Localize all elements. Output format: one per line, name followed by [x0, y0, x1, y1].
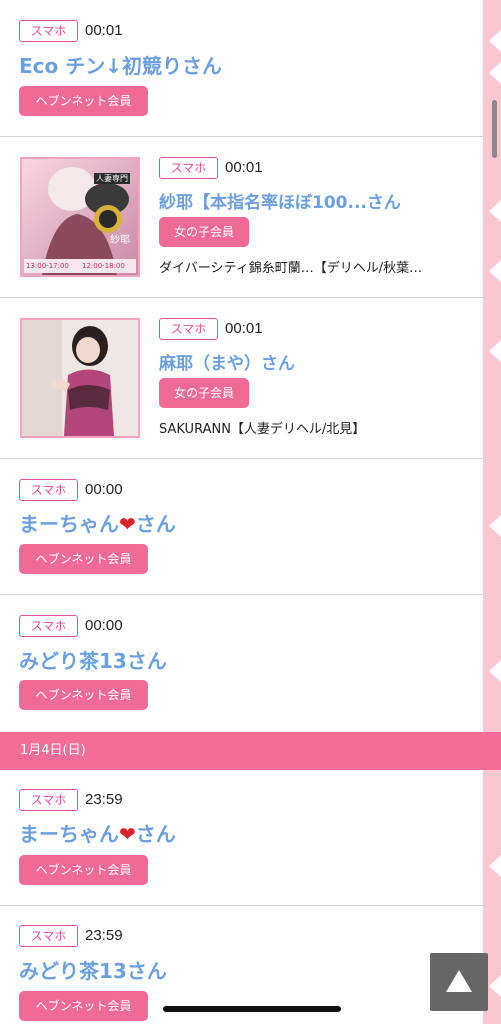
- visitor-name[interactable]: 紗耶【本指名率ほぼ100...さん: [159, 188, 401, 213]
- member-badge: ヘブンネット会員: [19, 991, 148, 1021]
- thumb-label-name: 紗耶: [110, 235, 130, 246]
- triangle-up-icon: [446, 970, 472, 992]
- access-time: 00:01: [225, 320, 263, 337]
- home-indicator[interactable]: [163, 1006, 341, 1012]
- visitor-name[interactable]: みどり茶13さん: [19, 955, 167, 984]
- profile-thumbnail[interactable]: 人妻専門 紗耶 13:00-17:00 12:00-18:00: [20, 157, 140, 277]
- access-time: 23:59: [85, 791, 123, 808]
- device-tag: スマホ: [19, 615, 78, 637]
- visitor-name[interactable]: まーちゃん❤さん: [19, 818, 176, 847]
- member-badge: 女の子会員: [159, 378, 249, 408]
- visitor-name-suffix: さん: [135, 512, 176, 536]
- visitor-name-suffix: さん: [135, 822, 176, 846]
- profile-photo-image: [22, 320, 138, 436]
- list-item[interactable]: スマホ 23:59 まーちゃん❤さん ヘブンネット会員: [0, 770, 483, 906]
- visitor-name[interactable]: まーちゃん❤さん: [19, 508, 176, 537]
- access-time: 00:01: [225, 159, 263, 176]
- visitor-name[interactable]: みどり茶13さん: [19, 645, 167, 674]
- access-list: スマホ 00:01 Eco チン↓初競りさん ヘブンネット会員 人妻専門 紗耶 …: [0, 0, 501, 1024]
- device-tag: スマホ: [19, 20, 78, 42]
- list-item[interactable]: 人妻専門 紗耶 13:00-17:00 12:00-18:00 スマホ 00:0…: [0, 137, 483, 298]
- device-tag: スマホ: [19, 479, 78, 501]
- visitor-name[interactable]: 麻耶（まや）さん: [159, 349, 295, 374]
- member-badge: ヘブンネット会員: [19, 86, 148, 116]
- list-item[interactable]: スマホ 00:00 みどり茶13さん ヘブンネット会員: [0, 595, 483, 732]
- profile-thumbnail[interactable]: [20, 318, 140, 438]
- visitor-name[interactable]: Eco チン↓初競りさん: [19, 50, 222, 79]
- thumb-label-category: 人妻専門: [94, 173, 130, 184]
- access-time: 00:00: [85, 617, 123, 634]
- shop-name[interactable]: ダイバーシティ錦糸町蘭…【デリヘル/秋葉…: [159, 257, 422, 276]
- visitor-name-text: まーちゃん: [19, 512, 119, 536]
- access-time: 00:00: [85, 481, 123, 498]
- device-tag: スマホ: [159, 157, 218, 179]
- member-badge: ヘブンネット会員: [19, 544, 148, 574]
- list-item[interactable]: スマホ 00:00 まーちゃん❤さん ヘブンネット会員: [0, 459, 483, 595]
- thumb-label-hours-1: 13:00-17:00: [26, 262, 69, 270]
- visitor-name-text: まーちゃん: [19, 822, 119, 846]
- heart-icon: ❤: [119, 822, 136, 846]
- member-badge: 女の子会員: [159, 217, 249, 247]
- access-time: 00:01: [85, 22, 123, 39]
- device-tag: スマホ: [19, 789, 78, 811]
- device-tag: スマホ: [19, 925, 78, 947]
- access-time: 23:59: [85, 927, 123, 944]
- heart-icon: ❤: [119, 512, 136, 536]
- device-tag: スマホ: [159, 318, 218, 340]
- scroll-to-top-button[interactable]: [430, 953, 488, 1011]
- list-item[interactable]: スマホ 00:01 Eco チン↓初競りさん ヘブンネット会員: [0, 0, 483, 137]
- shop-name[interactable]: SAKURANN【人妻デリヘル/北見】: [159, 418, 365, 437]
- member-badge: ヘブンネット会員: [19, 855, 148, 885]
- scrollbar-thumb[interactable]: [492, 100, 497, 158]
- date-separator: 1月4日(日): [0, 732, 501, 770]
- list-item[interactable]: スマホ 00:01 麻耶（まや）さん 女の子会員 SAKURANN【人妻デリヘル…: [0, 298, 483, 459]
- member-badge: ヘブンネット会員: [19, 680, 148, 710]
- thumb-label-hours-2: 12:00-18:00: [82, 262, 125, 270]
